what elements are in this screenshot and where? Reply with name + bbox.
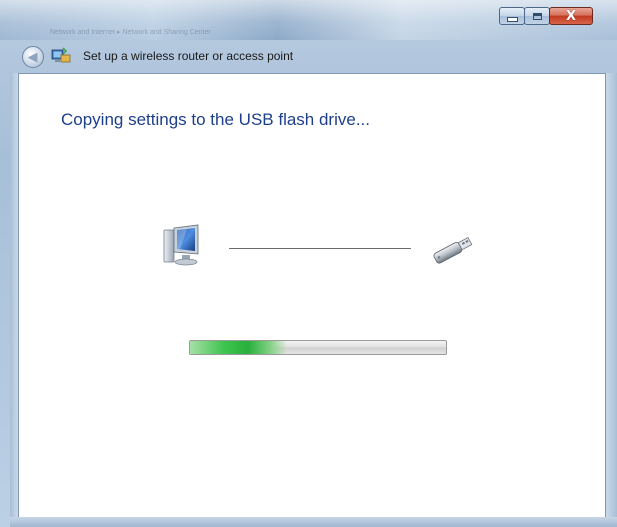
wizard-title: Set up a wireless router or access point: [83, 49, 294, 63]
minimize-icon: [506, 16, 518, 22]
back-arrow-icon: ◀: [27, 49, 38, 65]
back-button[interactable]: ◀: [22, 46, 44, 68]
page-heading: Copying settings to the USB flash drive.…: [61, 110, 370, 129]
close-icon: X: [565, 8, 577, 24]
wizard-nav-row: ◀ Set up a wireless router or access poi…: [10, 40, 607, 70]
frame-left-edge: [10, 73, 18, 517]
caption-buttons: X: [499, 7, 593, 25]
progress-fill: [190, 341, 288, 354]
frame-bottom-edge: [10, 517, 617, 527]
minimize-button[interactable]: [499, 7, 525, 25]
network-setup-icon: [51, 47, 71, 63]
wizard-content-panel: Copying settings to the USB flash drive.…: [18, 73, 606, 517]
close-button[interactable]: X: [549, 7, 593, 25]
maximize-icon: [532, 12, 542, 20]
address-bar-ghost: Network and Internet ▸ Network and Shari…: [50, 29, 211, 36]
computer-icon: [163, 224, 199, 266]
usb-flash-drive-icon: [433, 236, 473, 264]
frame-right-edge: [606, 73, 617, 517]
title-bar[interactable]: Network and Internet ▸ Network and Shari…: [0, 0, 617, 40]
maximize-button[interactable]: [524, 7, 550, 25]
transfer-connector-line: [229, 248, 411, 249]
copy-progress-bar: [189, 340, 447, 355]
